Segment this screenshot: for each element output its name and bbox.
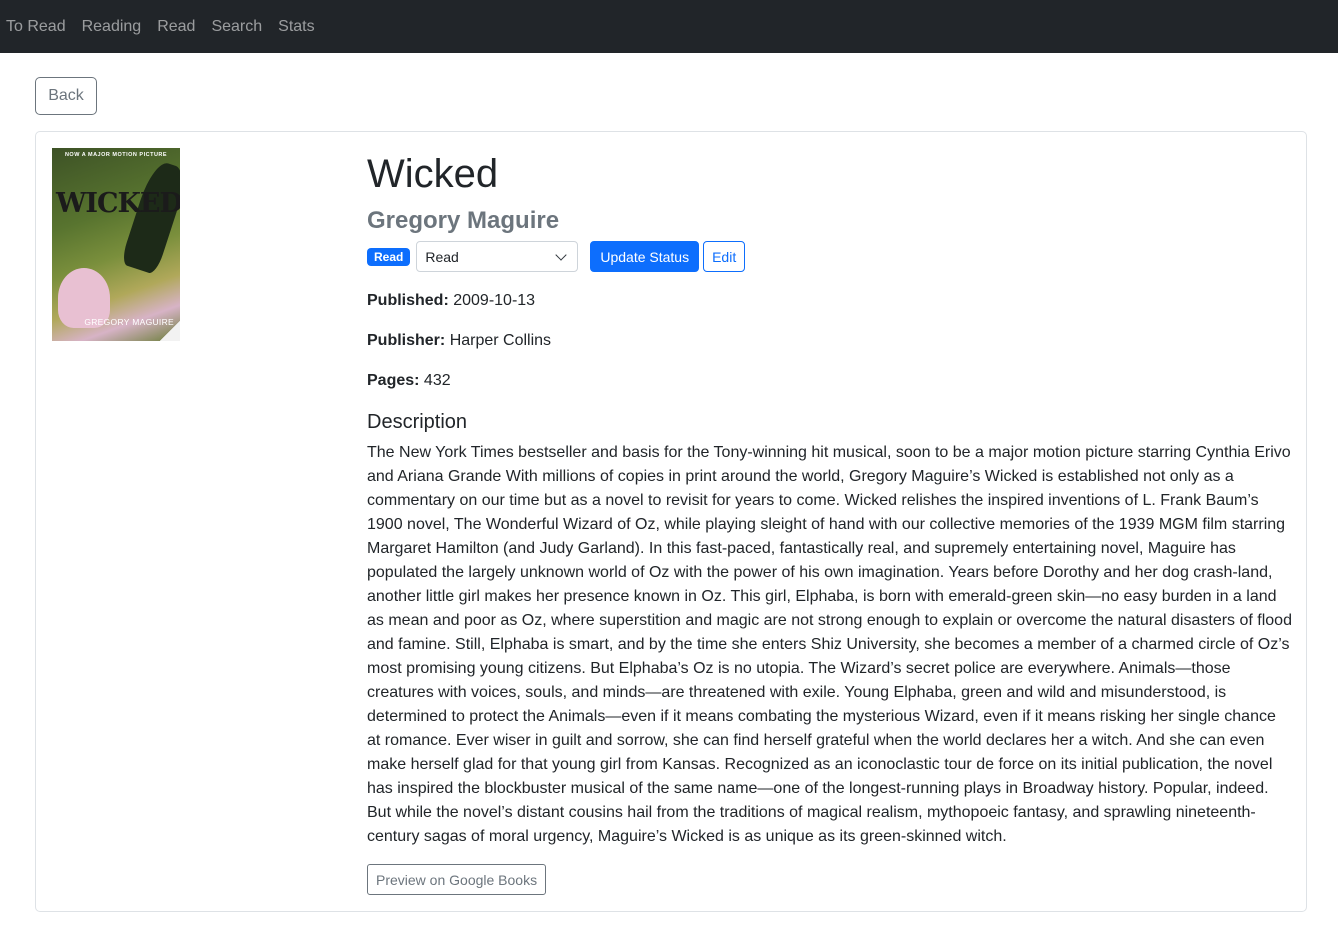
book-title: Wicked bbox=[367, 152, 499, 196]
published-value: 2009-10-13 bbox=[453, 292, 536, 309]
nav-reading[interactable]: Reading bbox=[82, 18, 142, 36]
nav-search[interactable]: Search bbox=[211, 18, 262, 36]
book-author: Gregory Maguire bbox=[367, 207, 560, 234]
cover-title: WICKED bbox=[56, 188, 180, 219]
status-badge: Read bbox=[367, 247, 411, 266]
publisher-value: Harper Collins bbox=[449, 332, 552, 349]
status-row: Read Read Update Status Edit bbox=[367, 241, 746, 272]
pages-row: Pages: 432 bbox=[367, 371, 451, 391]
pages-value: 432 bbox=[423, 372, 451, 389]
top-navbar: To Read Reading Read Search Stats bbox=[0, 0, 1338, 53]
nav-to-read[interactable]: To Read bbox=[6, 18, 66, 36]
description-text: The New York Times bestseller and basis … bbox=[367, 444, 1292, 845]
publisher-label: Publisher: bbox=[367, 332, 446, 349]
publisher-row: Publisher: Harper Collins bbox=[367, 331, 551, 351]
description-heading: Description bbox=[367, 411, 468, 433]
book-cover-image: NOW A MAJOR MOTION PICTURE WICKED GREGOR… bbox=[52, 148, 180, 341]
cover-tagline: NOW A MAJOR MOTION PICTURE bbox=[64, 152, 168, 158]
status-select[interactable]: Read bbox=[416, 241, 579, 272]
nav-read[interactable]: Read bbox=[157, 18, 195, 36]
chevron-down-icon bbox=[555, 248, 568, 261]
cover-page-curl bbox=[160, 321, 180, 341]
back-button[interactable]: Back bbox=[35, 77, 97, 115]
nav-stats[interactable]: Stats bbox=[278, 18, 314, 36]
pages-label: Pages: bbox=[367, 372, 420, 389]
status-select-value: Read bbox=[425, 248, 459, 265]
edit-button[interactable]: Edit bbox=[703, 241, 746, 272]
preview-google-books-button[interactable]: Preview on Google Books bbox=[367, 864, 547, 895]
update-status-button[interactable]: Update Status bbox=[590, 241, 700, 272]
book-detail-card: NOW A MAJOR MOTION PICTURE WICKED GREGOR… bbox=[35, 131, 1307, 912]
published-label: Published: bbox=[367, 292, 449, 309]
published-row: Published: 2009-10-13 bbox=[367, 291, 535, 311]
